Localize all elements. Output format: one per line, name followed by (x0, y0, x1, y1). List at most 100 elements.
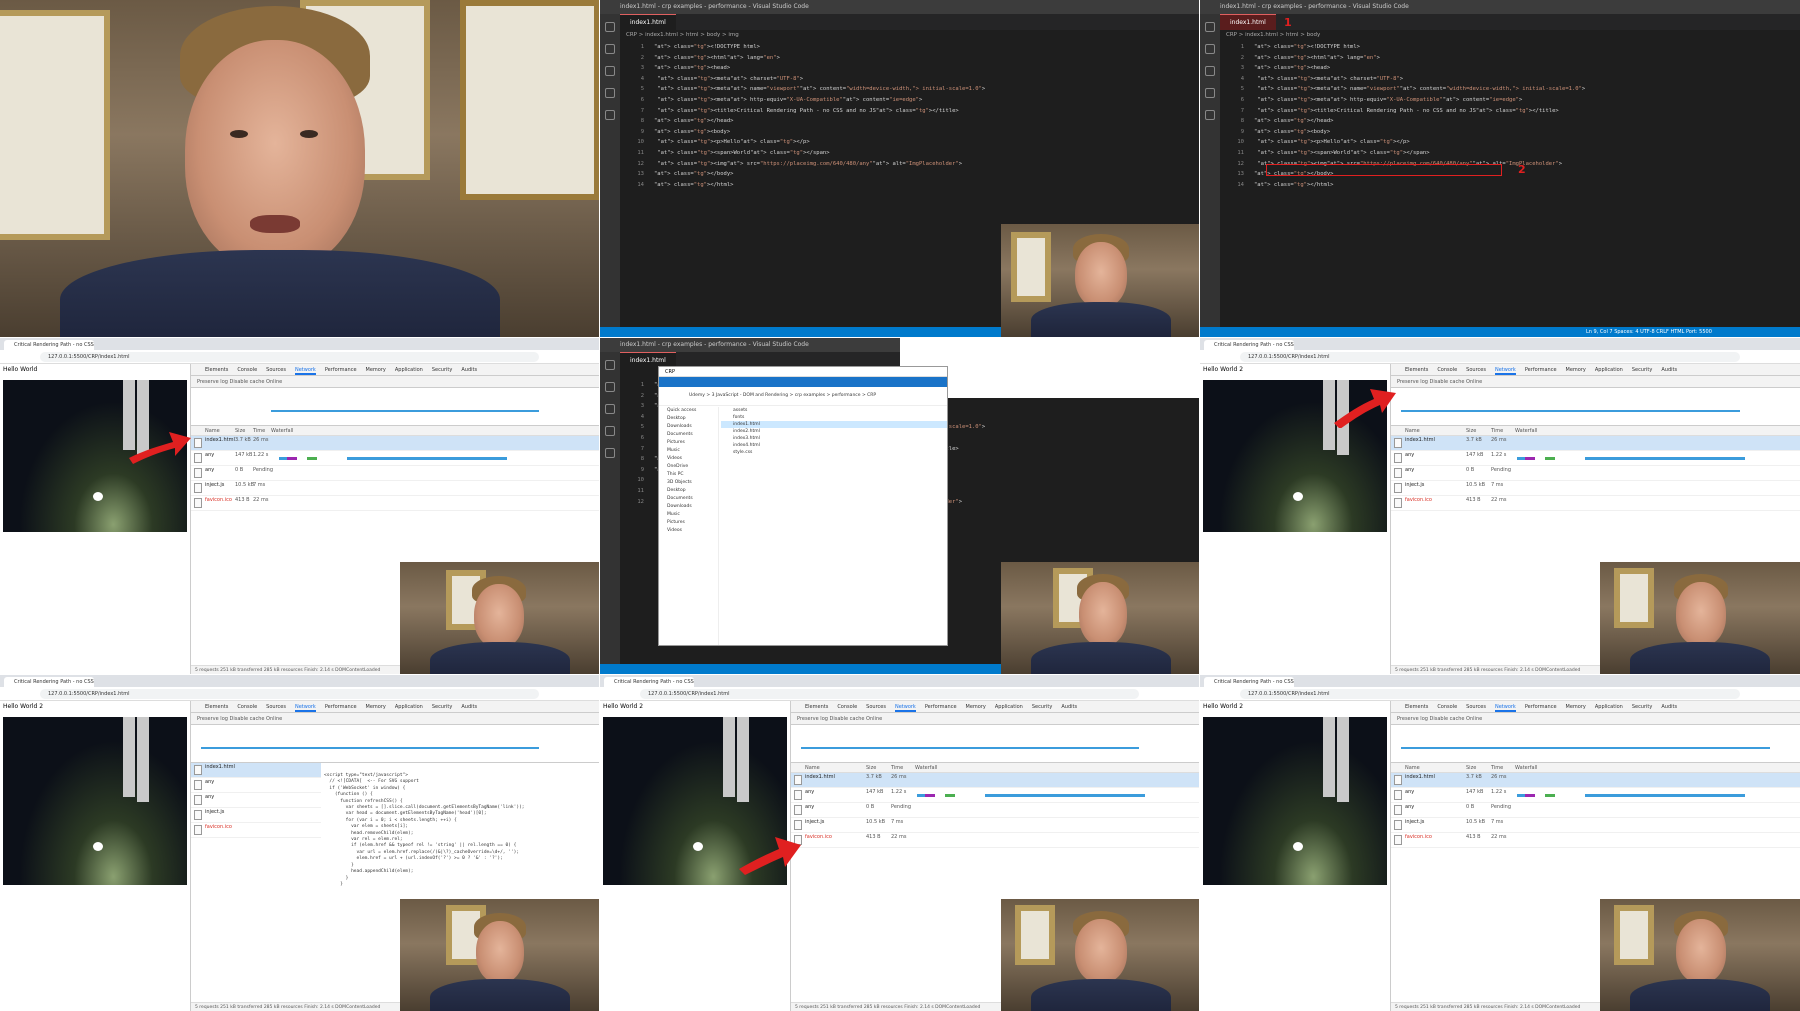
code-line[interactable]: 10 "at"> class="tg"><p>Hello"at"> class=… (624, 137, 1199, 148)
files-icon[interactable] (605, 360, 615, 370)
address-bar[interactable]: 127.0.0.1:5500/CRP/index1.html (40, 352, 539, 362)
request-row[interactable]: index1.html 3.7 kB 26 ms (1391, 773, 1800, 788)
activity-bar[interactable] (600, 352, 620, 664)
request-row[interactable]: index1.html 3.7 kB 26 ms (791, 773, 1199, 788)
code-line[interactable]: 4 "at"> class="tg"><meta"at"> charset="U… (1224, 74, 1800, 85)
network-toolbar[interactable]: Preserve log Disable cache Online (1391, 713, 1800, 725)
tree-item[interactable]: Music (667, 511, 718, 519)
code-line[interactable]: 13 "at"> class="tg"></body> (624, 169, 1199, 180)
code-line[interactable]: 2 "at"> class="tg"><html"at"> lang="en"> (1224, 53, 1800, 64)
devtools-tab-memory[interactable]: Memory (966, 704, 986, 710)
devtools-tab-audits[interactable]: Audits (1661, 704, 1677, 710)
search-icon[interactable] (605, 44, 615, 54)
devtools-tab-elements[interactable]: Elements (1405, 704, 1428, 710)
devtools-tabs[interactable]: Elements Console Sources Network Performance… (191, 364, 599, 376)
tree-item[interactable]: Quick access (667, 407, 718, 415)
tree-item[interactable]: Documents (667, 495, 718, 503)
devtools-tab-memory[interactable]: Memory (1566, 704, 1586, 710)
request-row[interactable]: any 0 B Pending (791, 803, 1199, 818)
devtools-tabs[interactable]: Elements Console Sources Network Performance… (1391, 364, 1800, 376)
code-line[interactable]: 5 "at"> class="tg"><meta"at"> name="view… (1224, 84, 1800, 95)
extensions-icon[interactable] (605, 110, 615, 120)
code-line[interactable]: 9 "at"> class="tg"><body> (1224, 127, 1800, 138)
code-line[interactable]: 3 "at"> class="tg"><head> (624, 63, 1199, 74)
address-bar[interactable]: 127.0.0.1:5500/CRP/index1.html (640, 689, 1139, 699)
devtools-tab-console[interactable]: Console (1437, 367, 1457, 373)
request-row[interactable]: favicon.ico 413 B 22 ms (791, 833, 1199, 848)
code-line[interactable]: 5 "at"> class="tg"><meta"at"> name="view… (624, 84, 1199, 95)
files-icon[interactable] (1205, 22, 1215, 32)
debug-icon[interactable] (1205, 88, 1215, 98)
search-icon[interactable] (605, 382, 615, 392)
devtools-tab-network[interactable]: Network (294, 704, 316, 712)
tree-item[interactable]: This PC (667, 471, 718, 479)
search-icon[interactable] (1205, 44, 1215, 54)
explorer-tree[interactable]: Quick access Desktop Downloads Documents Pic… (659, 407, 719, 645)
devtools-tab-audits[interactable]: Audits (1661, 367, 1677, 373)
tree-item[interactable]: Desktop (667, 415, 718, 423)
devtools-tab-security[interactable]: Security (432, 704, 453, 710)
address-bar[interactable]: 127.0.0.1:5500/CRP/index1.html (40, 689, 539, 699)
explorer-file-list[interactable]: assets fonts index1.html index2.html index3.… (721, 407, 947, 645)
tree-item[interactable]: Music (667, 447, 718, 455)
devtools-tab-sources[interactable]: Sources (866, 704, 886, 710)
tree-item[interactable]: Videos (667, 455, 718, 463)
editor-tab[interactable]: index1.html (1220, 14, 1276, 30)
file-item[interactable]: style.css (721, 449, 947, 456)
code-line[interactable]: 1 "at"> class="tg"><!DOCTYPE html> (624, 42, 1199, 53)
devtools-tab-elements[interactable]: Elements (1405, 367, 1428, 373)
source-control-icon[interactable] (605, 66, 615, 76)
devtools-tab-memory[interactable]: Memory (366, 704, 386, 710)
activity-bar[interactable] (600, 14, 620, 327)
file-item[interactable]: fonts (721, 414, 947, 421)
devtools-tab-elements[interactable]: Elements (805, 704, 828, 710)
code-line[interactable]: 10 "at"> class="tg"><p>Hello"at"> class=… (1224, 137, 1800, 148)
file-item[interactable]: index4.html (721, 442, 947, 449)
code-line[interactable]: 1 "at"> class="tg"><!DOCTYPE html> (1224, 42, 1800, 53)
address-bar[interactable]: 127.0.0.1:5500/CRP/index1.html (1240, 352, 1740, 362)
devtools-tab-elements[interactable]: Elements (205, 704, 228, 710)
request-row[interactable]: any 0 B Pending (191, 466, 599, 481)
file-item[interactable]: index3.html (721, 435, 947, 442)
browser-tab[interactable]: Critical Rendering Path - no CSS (4, 677, 94, 687)
devtools-tab-network[interactable]: Network (294, 367, 316, 375)
tree-item[interactable]: Desktop (667, 487, 718, 495)
tree-item[interactable]: OneDrive (667, 463, 718, 471)
devtools-tab-sources[interactable]: Sources (1466, 704, 1486, 710)
request-row[interactable]: inject.js (191, 808, 321, 823)
file-item[interactable]: assets (721, 407, 947, 414)
devtools-tabs[interactable]: Elements Console Sources Network Performance… (791, 701, 1199, 713)
network-toolbar[interactable]: Preserve log Disable cache Online (1391, 376, 1800, 388)
devtools-tab-security[interactable]: Security (1632, 367, 1653, 373)
code-line[interactable]: 2 "at"> class="tg"><html"at"> lang="en"> (624, 53, 1199, 64)
code-line[interactable]: 9 "at"> class="tg"><body> (624, 127, 1199, 138)
request-row[interactable]: any 147 kB 1.22 s (1391, 451, 1800, 466)
request-row[interactable]: favicon.ico (191, 823, 321, 838)
code-line[interactable]: 6 "at"> class="tg"><meta"at"> http-equiv… (1224, 95, 1800, 106)
tree-item[interactable]: 3D Objects (667, 479, 718, 487)
tree-item[interactable]: Pictures (667, 439, 718, 447)
tree-item[interactable]: Downloads (667, 423, 718, 431)
editor-tab[interactable]: index1.html (620, 14, 676, 30)
request-row[interactable]: favicon.ico 413 B 22 ms (1391, 496, 1800, 511)
debug-icon[interactable] (605, 88, 615, 98)
code-line[interactable]: 12 "at"> class="tg"><img"at"> src="https… (624, 159, 1199, 170)
tree-item[interactable]: Videos (667, 527, 718, 535)
devtools-tab-application[interactable]: Application (995, 704, 1023, 710)
tree-item[interactable]: Downloads (667, 503, 718, 511)
code-line[interactable]: 8 "at"> class="tg"></head> (1224, 116, 1800, 127)
browser-tab[interactable]: Critical Rendering Path - no CSS (1204, 677, 1294, 687)
devtools-tab-sources[interactable]: Sources (266, 704, 286, 710)
devtools-tab-network[interactable]: Network (1494, 704, 1516, 712)
devtools-tab-security[interactable]: Security (1032, 704, 1053, 710)
network-toolbar[interactable]: Preserve log Disable cache Online (191, 376, 599, 388)
request-row[interactable]: index1.html 3.7 kB 26 ms (1391, 436, 1800, 451)
devtools-tab-application[interactable]: Application (1595, 367, 1623, 373)
code-line[interactable]: 14 "at"> class="tg"></html> (624, 180, 1199, 191)
devtools-tab-performance[interactable]: Performance (325, 367, 357, 373)
devtools-tab-elements[interactable]: Elements (205, 367, 228, 373)
devtools-tab-performance[interactable]: Performance (1525, 367, 1557, 373)
code-line[interactable]: 11 "at"> class="tg"><span>World"at"> cla… (1224, 148, 1800, 159)
source-control-icon[interactable] (1205, 66, 1215, 76)
tree-item[interactable]: Documents (667, 431, 718, 439)
